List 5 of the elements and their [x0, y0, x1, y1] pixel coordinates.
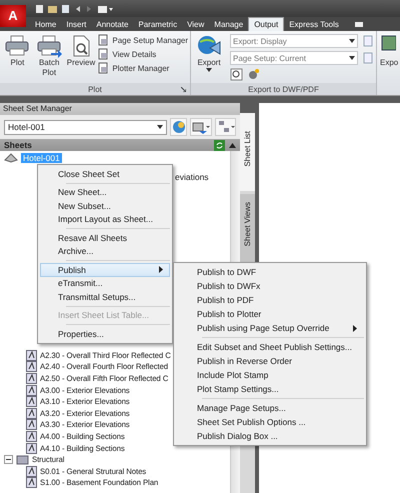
tree-item-label: eviations	[175, 172, 209, 182]
palette-title: Sheet Set Manager	[0, 103, 240, 115]
sheets-header: Sheets	[4, 140, 33, 150]
panel-title: Export to DWF/PDF	[248, 84, 319, 94]
panel-title: Plot	[88, 84, 102, 94]
